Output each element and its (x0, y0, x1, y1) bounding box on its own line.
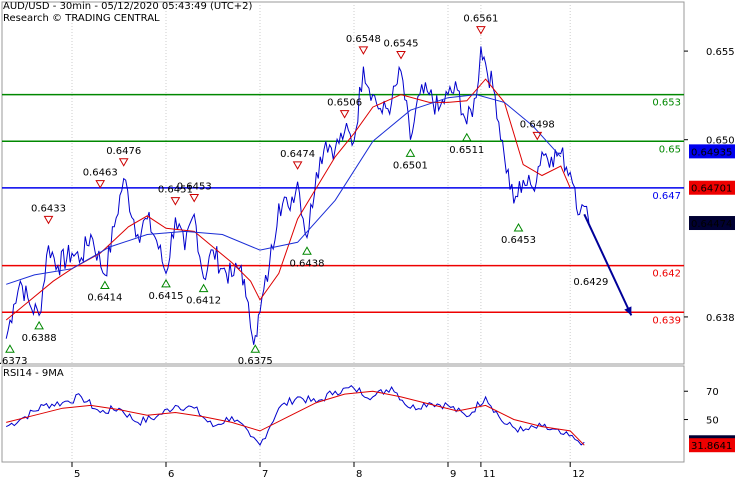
swing-low-label: 0.6453 (501, 235, 536, 246)
swing-low-label: 0.6501 (393, 160, 428, 171)
rsi-y-tick-label: 70 (706, 387, 719, 398)
x-tick-label: 12 (572, 469, 585, 480)
x-tick-label: 9 (450, 469, 456, 480)
level-label: 0.653 (652, 98, 681, 109)
level-label: 0.65 (659, 144, 681, 155)
rsi-y-tick-label: 50 (706, 416, 719, 427)
level-label: 0.647 (652, 191, 681, 202)
swing-high-label: 0.6463 (83, 168, 118, 179)
chart-title: AUD/USD - 30min - 05/12/2020 05:43:49 (U… (3, 1, 253, 12)
swing-low-label: 0.6414 (87, 292, 122, 303)
chart-canvas: 0.653 0.65 0.647 0.642 0.639 0.6373 0.6388 0.6… (0, 1, 735, 480)
price-tag-label: 0.64474 (691, 219, 732, 230)
rsi-title: RSI14 - 9MA (3, 368, 64, 379)
x-axis: 5 6 7 8 9 11 12 (71, 462, 585, 480)
swing-high-label: 0.6474 (280, 149, 315, 160)
y-tick-label: 0.6558 (706, 47, 735, 58)
x-tick-label: 7 (262, 469, 268, 480)
rsi-value-tag-label: 31.8641 (691, 441, 732, 452)
chart-source: Research © TRADING CENTRAL (3, 13, 160, 24)
price-panel-frame (1, 1, 685, 365)
swing-low-label: 0.6412 (186, 296, 221, 307)
price-tag-label: 0.64935 (691, 147, 732, 158)
swing-low-label: 0.6511 (449, 145, 484, 156)
swing-high-label: 0.6453 (177, 182, 212, 193)
swing-high-label: 0.6498 (520, 119, 555, 130)
swing-high-label: 0.6506 (327, 98, 362, 109)
x-tick-label: 5 (74, 469, 80, 480)
swing-high-label: 0.6433 (31, 203, 66, 214)
swing-low-label: 0.6438 (290, 258, 325, 269)
swing-high-label: 0.6476 (106, 146, 141, 157)
swing-low-label: 0.6373 (0, 356, 27, 367)
swing-high-label: 0.6561 (463, 14, 498, 25)
y-tick-label: 0.6387 (706, 313, 735, 324)
y-axis: 0.65580.65010.63870.649350.647010.64474 (684, 47, 735, 324)
level-label: 0.642 (652, 269, 681, 280)
x-tick-label: 8 (356, 469, 362, 480)
x-tick-label: 11 (483, 469, 496, 480)
swing-low-label: 0.6415 (149, 291, 184, 302)
rsi-panel-frame (1, 365, 685, 463)
price-tag-label: 0.64701 (691, 184, 732, 195)
swing-high-label: 0.6548 (346, 34, 381, 45)
swing-low-label: 0.6375 (238, 356, 273, 367)
level-label: 0.639 (652, 315, 681, 326)
x-tick-label: 6 (168, 469, 174, 480)
swing-low-label: 0.6388 (22, 333, 57, 344)
level-value-label: 0.6429 (573, 277, 608, 288)
swing-high-label: 0.6545 (384, 39, 419, 50)
